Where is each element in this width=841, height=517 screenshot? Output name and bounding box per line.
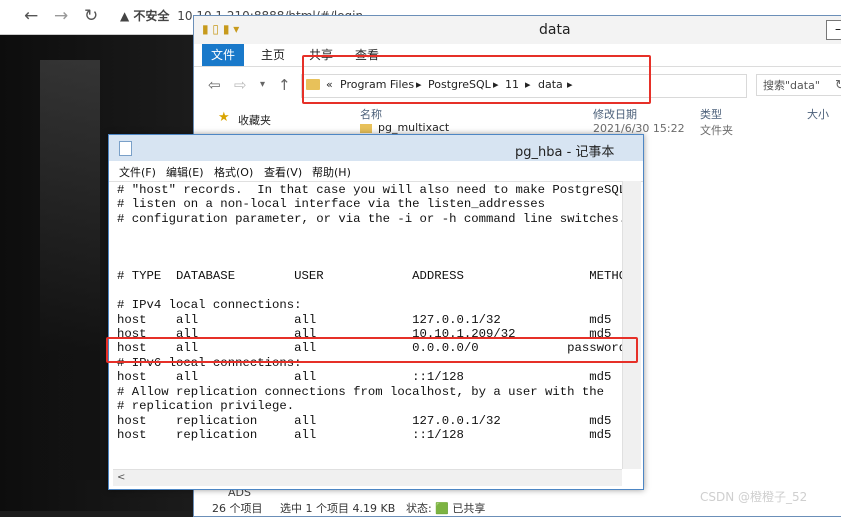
background-streak: [40, 60, 100, 480]
text-line: host all all ::1/128 md5: [117, 370, 612, 385]
path-highlight-box: [302, 55, 651, 104]
menu-edit[interactable]: 编辑(E): [166, 164, 204, 180]
list-item[interactable]: pg_multixact: [360, 121, 449, 134]
text-line: host replication all ::1/128 md5: [117, 427, 612, 442]
menu-view[interactable]: 查看(V): [264, 164, 302, 180]
security-warning[interactable]: ▲ 不安全: [120, 9, 169, 23]
text-line: # Allow replication connections from loc…: [117, 384, 605, 399]
config-line-highlight-box: [106, 337, 638, 363]
horizontal-scrollbar[interactable]: <: [113, 469, 622, 486]
notepad-title: pg_hba - 记事本: [515, 145, 615, 160]
selection-info: 选中 1 个项目 4.19 KB: [280, 502, 396, 515]
back-icon[interactable]: ←: [24, 6, 38, 26]
menu-help[interactable]: 帮助(H): [312, 164, 351, 180]
column-header-name[interactable]: 名称: [360, 106, 382, 122]
forward-icon[interactable]: →: [54, 6, 68, 26]
scroll-left-icon[interactable]: <: [117, 472, 125, 483]
column-header-size[interactable]: 大小: [807, 106, 829, 122]
notepad-window: pg_hba - 记事本 文件(F) 编辑(E) 格式(O) 查看(V) 帮助(…: [108, 134, 644, 490]
notepad-icon: [119, 141, 132, 156]
text-line: # configuration parameter, or via the -i…: [117, 211, 627, 226]
text-line: # IPv4 local connections:: [117, 298, 302, 313]
back-arrow-icon[interactable]: ⇦: [208, 76, 221, 94]
text-line: [117, 226, 617, 240]
text-line: [117, 284, 617, 298]
column-header-date[interactable]: 修改日期: [593, 106, 637, 122]
up-arrow-icon[interactable]: ↑: [278, 76, 291, 94]
item-count: 26 个项目: [212, 502, 263, 515]
recent-locations-icon[interactable]: ▾: [260, 79, 265, 90]
favorites-item[interactable]: 收藏夹: [238, 112, 271, 128]
text-editor[interactable]: # "host" records. In that case you will …: [117, 183, 634, 459]
watermark: CSDN @橙橙子_52: [700, 490, 808, 504]
text-line: # listen on a non-local interface via th…: [117, 197, 546, 212]
search-input[interactable]: 搜索"data": [756, 74, 841, 96]
quick-access-toolbar-icon[interactable]: ▮ ▯ ▮ ▾: [202, 22, 239, 36]
text-line: host all all 127.0.0.1/32 md5: [117, 312, 612, 327]
forward-arrow-icon[interactable]: ⇨: [234, 76, 247, 94]
menu-file[interactable]: 文件(F): [119, 164, 156, 180]
text-line: # TYPE DATABASE USER ADDRESS METHOD: [117, 269, 634, 284]
star-icon: ★: [218, 110, 230, 125]
file-type: 文件夹: [700, 124, 733, 137]
text-line: [117, 255, 617, 269]
tab-file[interactable]: 文件: [202, 44, 245, 66]
vertical-scrollbar[interactable]: [622, 181, 641, 469]
menu-format[interactable]: 格式(O): [214, 164, 253, 180]
column-header-type[interactable]: 类型: [700, 106, 722, 122]
explorer-titlebar: ▮ ▯ ▮ ▾ data –: [194, 16, 841, 44]
notepad-titlebar: pg_hba - 记事本: [109, 135, 643, 161]
text-line: # replication privilege.: [117, 399, 295, 414]
folder-icon: [360, 123, 372, 133]
menu-bar: 文件(F) 编辑(E) 格式(O) 查看(V) 帮助(H): [109, 161, 643, 182]
text-line: [117, 241, 617, 255]
text-line: host replication all 127.0.0.1/32 md5: [117, 413, 612, 428]
minimize-icon[interactable]: –: [826, 20, 841, 40]
share-status: 状态: 🟩 已共享: [406, 502, 486, 515]
reload-icon[interactable]: ↻: [84, 6, 98, 26]
text-line: # "host" records. In that case you will …: [117, 183, 627, 197]
tab-home[interactable]: 主页: [252, 44, 294, 66]
file-name: pg_multixact: [378, 121, 450, 134]
explorer-title: data: [539, 22, 571, 38]
